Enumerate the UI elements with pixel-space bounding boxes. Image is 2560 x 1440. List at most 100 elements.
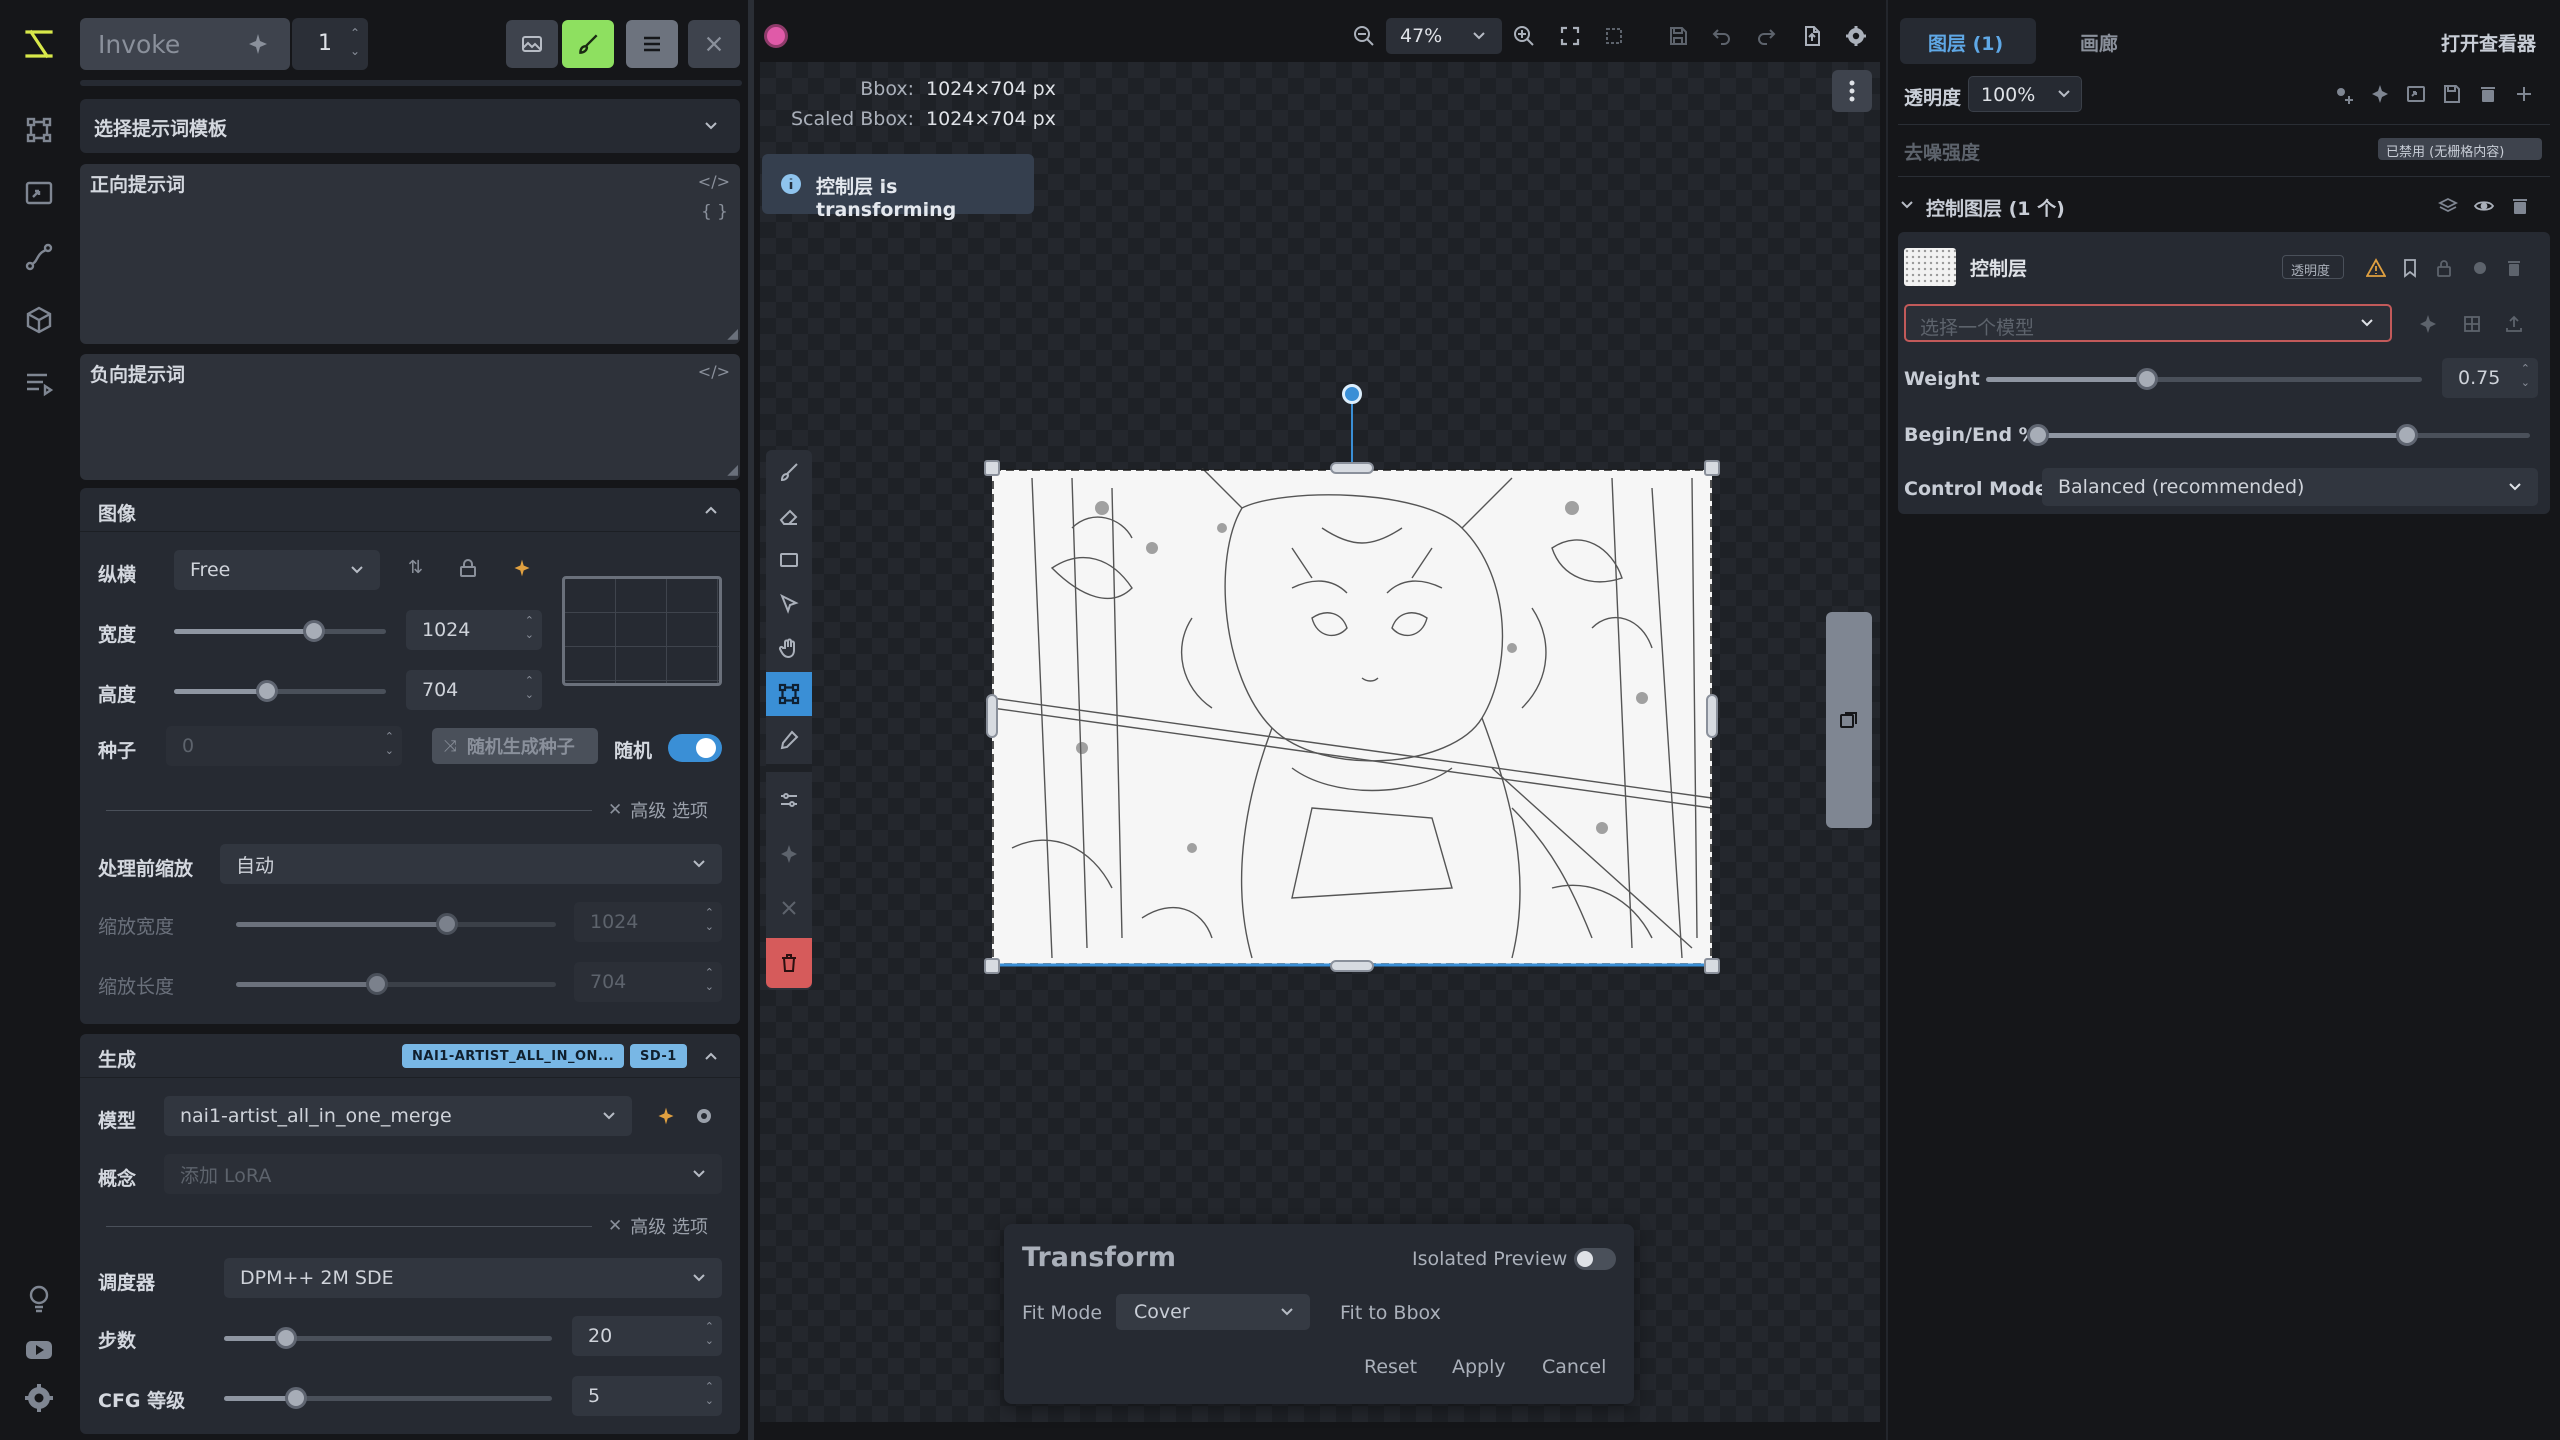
workflows-icon[interactable] (19, 237, 59, 277)
canvas-more-menu-button[interactable] (1832, 70, 1872, 112)
undo-icon[interactable] (1708, 22, 1736, 50)
eraser-tool[interactable] (766, 494, 812, 538)
sparkle-tool[interactable] (766, 832, 812, 876)
image-section-header[interactable]: 图像 (80, 488, 740, 532)
swap-dimensions-icon[interactable]: ⇅ (408, 557, 423, 578)
hand-tool[interactable] (766, 626, 812, 670)
transform-target[interactable] (992, 468, 1712, 970)
sparkle-icon[interactable] (656, 1106, 676, 1126)
reset-button[interactable]: Reset (1364, 1356, 1417, 1378)
transform-handle-tl[interactable] (984, 460, 1000, 476)
lock-aspect-icon[interactable] (458, 558, 478, 578)
tab-gallery[interactable]: 画廊 (2044, 18, 2154, 64)
cfg-input[interactable]: 5 ⌃ ⌄ (572, 1376, 722, 1416)
open-viewer-button[interactable]: 打开查看器 (2441, 29, 2536, 56)
aspect-select[interactable]: Free (174, 550, 380, 590)
transform-handle-right[interactable] (1706, 694, 1718, 738)
queue-icon[interactable] (19, 363, 59, 403)
width-stepper-icon[interactable]: ⌃ ⌄ (525, 614, 534, 642)
positive-prompt-textarea[interactable]: 正向提示词 </> { } ◢ (80, 164, 740, 344)
lock-icon[interactable] (2432, 256, 2456, 280)
fit-to-screen-icon[interactable] (1556, 22, 1584, 50)
save-to-gallery-icon[interactable] (1664, 22, 1692, 50)
resize-handle-icon[interactable]: ◢ (727, 326, 738, 342)
code-toggle-icon[interactable]: </> (698, 172, 730, 191)
layer-name[interactable]: 控制层 (1970, 254, 2027, 281)
cfg-stepper-icon[interactable]: ⌃ ⌄ (705, 1380, 714, 1408)
move-tool[interactable] (766, 582, 812, 626)
upscale-icon[interactable] (19, 173, 59, 213)
zoom-out-icon[interactable] (1350, 22, 1378, 50)
transform-handle-bl[interactable] (984, 958, 1000, 974)
eye-icon[interactable] (2472, 194, 2496, 218)
weight-slider[interactable] (1986, 368, 2422, 390)
cancel-button[interactable]: Cancel (1542, 1356, 1606, 1378)
control-mode-select[interactable]: Balanced (recommended) (2042, 468, 2538, 506)
transform-tool-active[interactable] (766, 672, 812, 716)
prompt-template-select[interactable]: 选择提示词模板 (80, 99, 740, 153)
transform-handle-br[interactable] (1704, 958, 1720, 974)
resize-handle-icon[interactable]: ◢ (727, 462, 738, 478)
begin-end-range-slider[interactable] (2027, 424, 2530, 446)
process-icon[interactable] (2460, 312, 2484, 336)
zoom-select[interactable]: 47% (1386, 18, 1502, 54)
canvas-status-dot[interactable] (764, 24, 788, 48)
begin-thumb[interactable] (2027, 424, 2049, 446)
transform-handle-tr[interactable] (1704, 460, 1720, 476)
layers-stack-icon[interactable] (2436, 194, 2460, 218)
cfg-slider[interactable] (224, 1387, 552, 1409)
scale-before-select[interactable]: 自动 (220, 844, 722, 884)
redo-icon[interactable] (1752, 22, 1780, 50)
send-to-gallery-button[interactable] (506, 20, 558, 68)
brush-tool[interactable] (766, 450, 812, 494)
lightbulb-icon[interactable] (19, 1278, 59, 1318)
canvas-nodes-icon[interactable] (19, 110, 59, 150)
add-layer-icon[interactable] (2512, 82, 2536, 106)
scaled-width-slider[interactable] (236, 913, 556, 935)
sparkle-icon[interactable] (2368, 82, 2392, 106)
models-icon[interactable] (19, 300, 59, 340)
delete-group-icon[interactable] (2508, 194, 2532, 218)
scaled-height-slider[interactable] (236, 973, 556, 995)
sparkle-icon[interactable] (2416, 312, 2440, 336)
steps-slider[interactable] (224, 1327, 552, 1349)
fit-to-bbox-button[interactable]: Fit to Bbox (1340, 1302, 1441, 1324)
random-seed-toggle[interactable] (668, 734, 722, 762)
filter-tool[interactable] (766, 778, 812, 822)
invoke-logo-icon[interactable] (19, 24, 59, 64)
width-slider[interactable] (174, 620, 386, 642)
advanced-options-toggle[interactable]: ✕ 高级 选项 (608, 796, 708, 824)
generation-section-header[interactable]: 生成 NAI1-ARTIST_ALL_IN_ON... SD-1 (80, 1034, 740, 1078)
opacity-select[interactable]: 100% (1968, 76, 2082, 112)
tab-layers[interactable]: 图层 (1) (1900, 18, 2036, 64)
visibility-dot-icon[interactable] (2468, 256, 2492, 280)
canvas-side-panel-toggle[interactable] (1826, 612, 1872, 828)
weight-input[interactable]: 0.75 ⌃ ⌄ (2442, 358, 2538, 398)
zoom-in-icon[interactable] (1510, 22, 1538, 50)
export-file-icon[interactable] (1798, 22, 1826, 50)
delete-all-icon[interactable] (2476, 82, 2500, 106)
iterations-input[interactable]: 1 ⌃ ⌄ (292, 18, 368, 70)
fit-bbox-icon[interactable] (1600, 22, 1628, 50)
optimal-size-sparkle-icon[interactable] (512, 558, 532, 578)
model-select[interactable]: nai1-artist_all_in_one_merge (164, 1096, 632, 1136)
seed-stepper-icon[interactable]: ⌃ ⌄ (385, 730, 394, 758)
weight-stepper-icon[interactable]: ⌃ ⌄ (2521, 362, 2530, 390)
random-seed-button[interactable]: ⤨ 随机生成种子 (432, 728, 598, 764)
transform-handle-top[interactable] (1330, 462, 1374, 474)
steps-input[interactable]: 20 ⌃ ⌄ (572, 1316, 722, 1356)
canvas-settings-gear-icon[interactable] (1842, 22, 1870, 50)
scaled-height-stepper-icon[interactable]: ⌃ ⌄ (705, 966, 714, 994)
apply-button[interactable]: Apply (1452, 1356, 1506, 1378)
seed-input[interactable]: 0 ⌃ ⌄ (166, 726, 402, 766)
cancel-queue-button[interactable] (688, 20, 740, 68)
iterations-stepper-icon[interactable]: ⌃ ⌄ (350, 24, 360, 60)
color-picker-tool[interactable] (766, 718, 812, 762)
fit-mode-select[interactable]: Cover (1116, 1294, 1310, 1330)
control-model-select[interactable]: 选择一个模型 (1904, 304, 2392, 342)
scheduler-select[interactable]: DPM++ 2M SDE (224, 1258, 722, 1298)
scaled-width-input[interactable]: 1024 ⌃ ⌄ (574, 902, 722, 942)
code-toggle-icon[interactable]: </> (698, 362, 730, 381)
negative-prompt-textarea[interactable]: 负向提示词 </> ◢ (80, 354, 740, 480)
control-layers-header[interactable]: 控制图层 (1 个) (1898, 186, 2550, 222)
